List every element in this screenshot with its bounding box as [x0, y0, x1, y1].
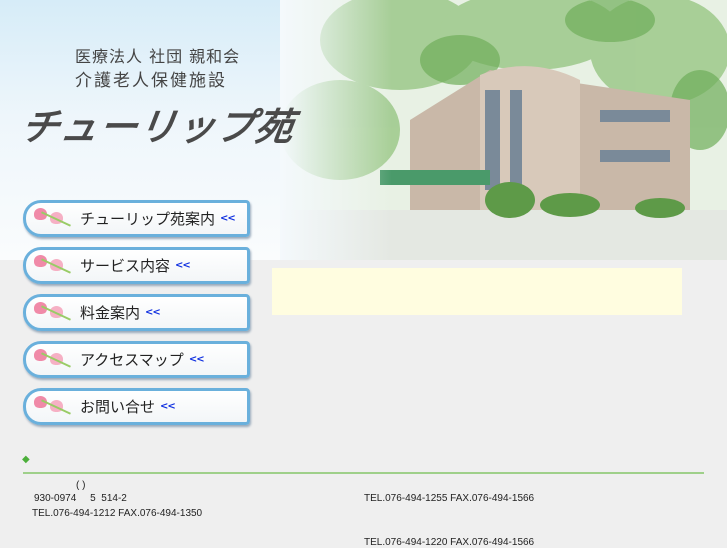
nav-access-map-button[interactable]: アクセスマップ << — [23, 341, 250, 378]
nav-label: アクセスマップ — [80, 351, 184, 369]
arrow-icon: << — [160, 401, 176, 412]
footer-tel-3: TEL.076-494-1220 FAX.076-494-1566 — [364, 537, 535, 548]
nav-contact-button[interactable]: お問い合せ << — [23, 388, 250, 425]
organization-name: 医療法人 社団 親和会 — [75, 47, 241, 66]
nav-services-button[interactable]: サービス内容 << — [23, 247, 250, 284]
nav-fees-button[interactable]: 料金案内 << — [23, 294, 250, 331]
arrow-icon: << — [188, 354, 205, 365]
nav-label: サービス内容 — [80, 257, 171, 275]
footer-divider — [23, 472, 704, 474]
footer-paren: ( ) — [76, 480, 86, 491]
arrow-icon: << — [145, 307, 161, 318]
arrow-icon: << — [220, 213, 236, 224]
diamond-bullet-icon: ◆ — [22, 454, 30, 465]
footer-main-tel: TEL.076-494-1212 FAX.076-494-1350 — [32, 508, 203, 519]
nav-label: チューリップ苑案内 — [80, 210, 216, 228]
notice-box — [272, 268, 682, 315]
arrow-icon: << — [175, 260, 191, 271]
nav-label: お問い合せ — [80, 398, 156, 416]
tulip-icon — [32, 345, 76, 375]
tulip-icon — [32, 251, 76, 281]
site-logo[interactable]: チューリップ苑 — [18, 96, 299, 151]
tulip-icon — [32, 298, 76, 328]
footer-tel-2: TEL.076-494-1255 FAX.076-494-1566 — [364, 493, 535, 504]
facility-type: 介護老人保健施設 — [75, 71, 227, 91]
tulip-icon — [32, 392, 76, 422]
nav-facility-info-button[interactable]: チューリップ苑案内 << — [23, 200, 250, 237]
tulip-icon — [32, 204, 76, 234]
nav-label: 料金案内 — [80, 304, 141, 322]
footer-address: 930-0974 5 514-2 — [34, 493, 127, 504]
facility-photo — [280, 0, 727, 260]
